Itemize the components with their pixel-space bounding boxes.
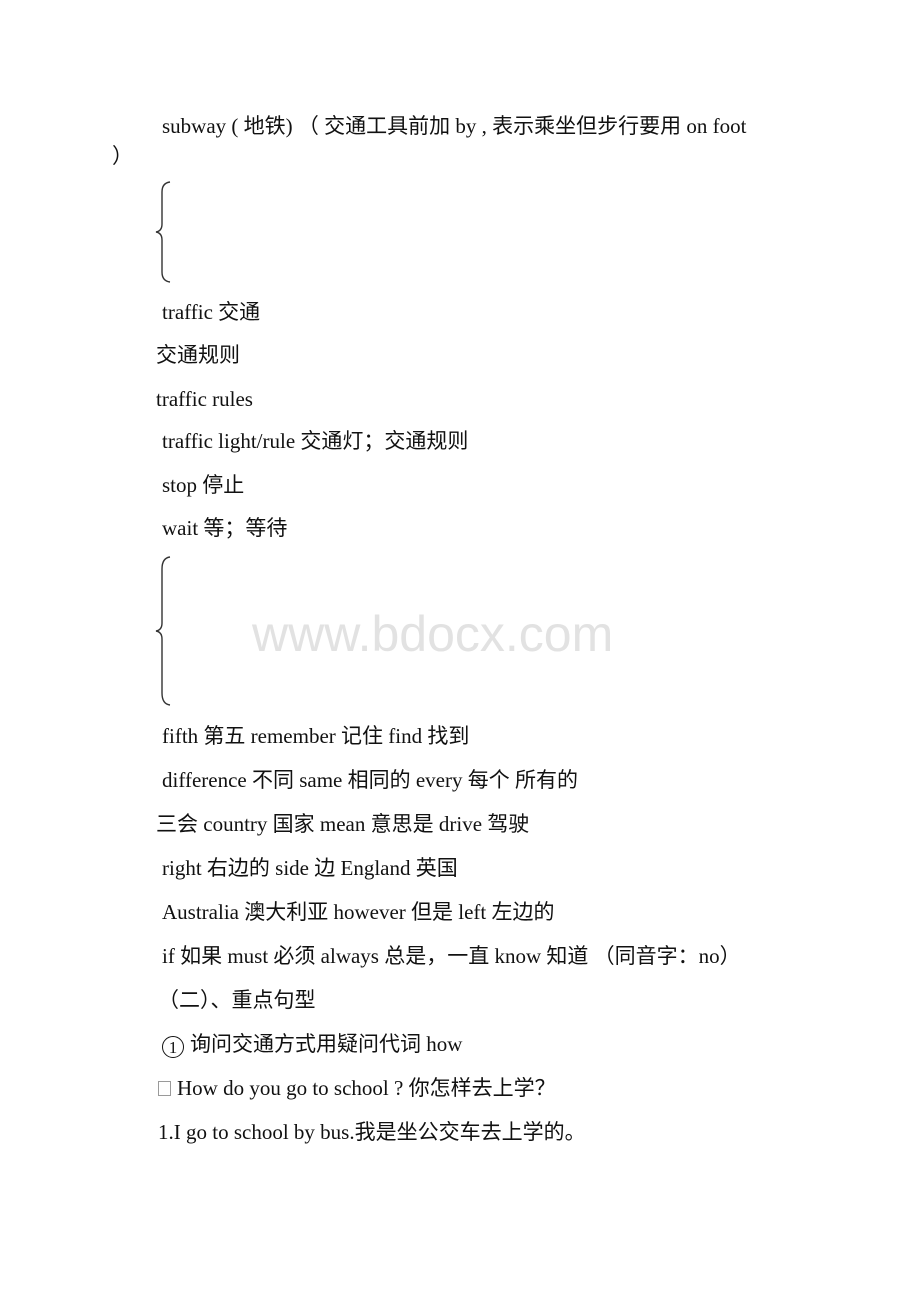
- watermark: www.bdocx.com: [252, 606, 614, 662]
- vocab-line-country: 三会 country 国家 mean 意思是 drive 驾驶: [156, 812, 530, 836]
- vocab-line-if: if 如果 must 必须 always 总是，一直 know 知道 （同音字：…: [162, 944, 741, 968]
- vocab-line-wait: wait 等；等待: [162, 516, 288, 540]
- vocab-line-subway-close-paren: ）: [112, 144, 133, 168]
- vocab-line-australia: Australia 澳大利亚 however 但是 left 左边的: [162, 900, 555, 924]
- example-question-text: How do you go to school ? 你怎样去上学？: [177, 1076, 556, 1100]
- example-question: How do you go to school ? 你怎样去上学？: [158, 1075, 556, 1101]
- vocab-line-right: right 右边的 side 边 England 英国: [162, 856, 458, 880]
- missing-glyph-box-icon: [158, 1081, 171, 1096]
- section-heading: （二）、重点句型: [158, 988, 316, 1012]
- vocab-line-traffic-rules-cn: 交通规则: [156, 343, 240, 367]
- vocab-line-traffic: traffic 交通: [162, 300, 261, 324]
- left-brace-icon: [153, 180, 177, 284]
- example-answer-1: 1.I go to school by bus.我是坐公交车去上学的。: [158, 1120, 586, 1144]
- left-brace-icon: [153, 555, 177, 707]
- key-point-1-text: 询问交通方式用疑问代词 how: [190, 1032, 463, 1056]
- vocab-line-stop: stop 停止: [162, 473, 245, 497]
- vocab-line-traffic-light: traffic light/rule 交通灯；交通规则: [162, 429, 469, 453]
- key-point-1: 1 询问交通方式用疑问代词 how: [162, 1031, 462, 1058]
- vocab-line-subway: subway ( 地铁) （ 交通工具前加 by , 表示乘坐但步行要用 on …: [162, 114, 747, 138]
- circled-number-icon: 1: [162, 1036, 184, 1058]
- vocab-line-difference: difference 不同 same 相同的 every 每个 所有的: [162, 768, 579, 792]
- vocab-line-traffic-rules-en: traffic rules: [156, 387, 253, 411]
- vocab-line-fifth: fifth 第五 remember 记住 find 找到: [162, 724, 470, 748]
